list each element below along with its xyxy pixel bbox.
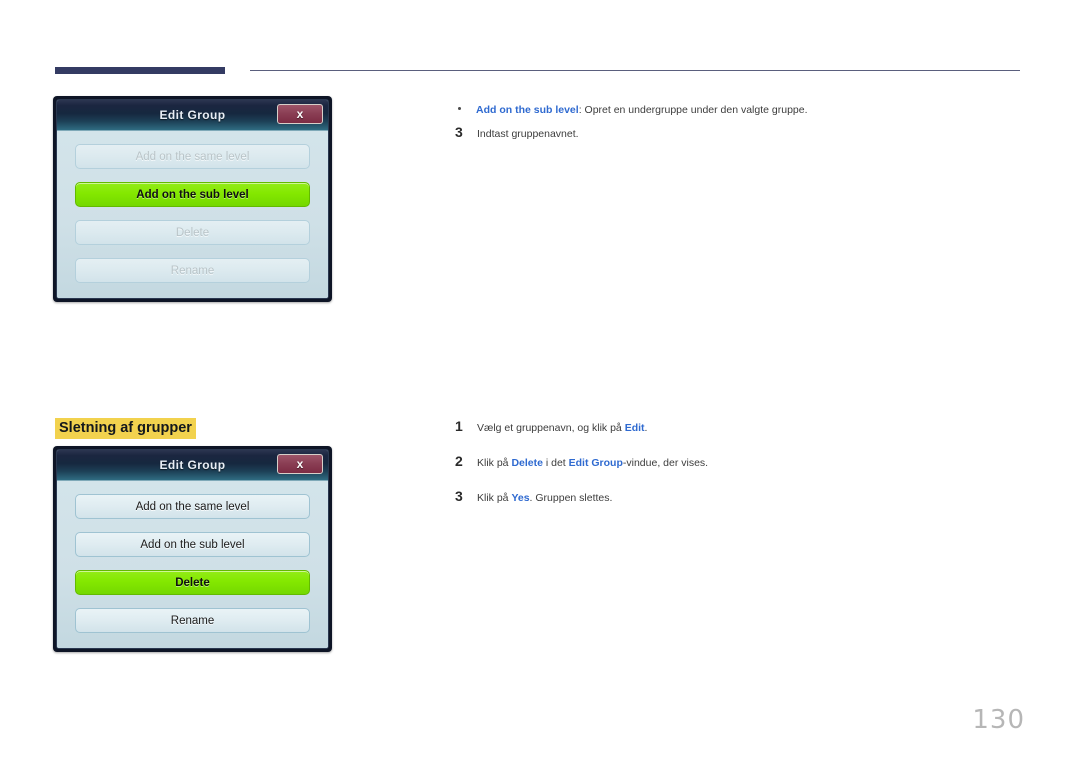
step-text-post: . Gruppen slettes. (529, 492, 613, 504)
bullet-dot-icon (458, 107, 461, 110)
step-number: 3 (455, 488, 463, 504)
header-rule (55, 67, 1020, 75)
section-heading: Sletning af grupper (55, 418, 196, 439)
close-icon[interactable]: x (277, 454, 323, 474)
step-text-pre: Klik på (477, 492, 512, 504)
dialog-titlebar: Edit Group x (57, 450, 328, 481)
edit-group-dialog-add-sub-level: Edit Group x Add on the same level Add o… (53, 96, 332, 302)
step-item-3-top: 3 Indtast gruppenavnet. (455, 124, 579, 141)
step-text-post: . (644, 422, 648, 434)
step-text: Vælg et gruppenavn, og klik på Edit. (477, 421, 647, 435)
header-rule-thin (250, 70, 1020, 71)
bullet-rest: : Opret en undergruppe under den valgte … (578, 104, 808, 116)
dialog-titlebar: Edit Group x (57, 100, 328, 131)
step-text: Klik på Delete i det Edit Group-vindue, … (477, 456, 708, 470)
button-delete[interactable]: Delete (75, 220, 310, 245)
bullet-text: Add on the sub level: Opret en undergrup… (476, 103, 808, 117)
close-icon[interactable]: x (277, 104, 323, 124)
step-text: Klik på Yes. Gruppen slettes. (477, 491, 612, 505)
step-text-pre: Vælg et gruppenavn, og klik på (477, 422, 625, 434)
button-add-on-the-same-level[interactable]: Add on the same level (75, 144, 310, 169)
step-term-edit-group: Edit Group (568, 457, 623, 469)
step-text-post: -vindue, der vises. (622, 457, 709, 469)
bullet-term: Add on the sub level (476, 104, 579, 116)
button-delete[interactable]: Delete (75, 570, 310, 595)
step-text: Indtast gruppenavnet. (477, 128, 579, 140)
step-text-mid: i det (542, 457, 569, 469)
step-term-delete: Delete (511, 457, 543, 469)
bullet-item-add-sub-level: Add on the sub level: Opret en undergrup… (458, 103, 808, 117)
step-item-2: 2 Klik på Delete i det Edit Group-vindue… (455, 453, 708, 470)
button-rename[interactable]: Rename (75, 258, 310, 283)
step-number: 1 (455, 418, 463, 434)
step-text-pre: Klik på (477, 457, 512, 469)
dialog-inner-frame: Edit Group x Add on the same level Add o… (56, 99, 329, 299)
page-number: 130 (972, 705, 1025, 735)
button-add-on-the-sub-level[interactable]: Add on the sub level (75, 532, 310, 557)
header-rule-thick (55, 67, 225, 74)
button-add-on-the-sub-level[interactable]: Add on the sub level (75, 182, 310, 207)
step-item-3: 3 Klik på Yes. Gruppen slettes. (455, 488, 612, 505)
dialog-body: Add on the same level Add on the sub lev… (57, 481, 328, 648)
step-number: 2 (455, 453, 463, 469)
dialog-body: Add on the same level Add on the sub lev… (57, 131, 328, 298)
step-term-edit: Edit (624, 422, 645, 434)
button-rename[interactable]: Rename (75, 608, 310, 633)
button-add-on-the-same-level[interactable]: Add on the same level (75, 494, 310, 519)
dialog-inner-frame: Edit Group x Add on the same level Add o… (56, 449, 329, 649)
step-item-1: 1 Vælg et gruppenavn, og klik på Edit. (455, 418, 647, 435)
step-term-yes: Yes (511, 492, 530, 504)
step-number: 3 (455, 124, 463, 140)
edit-group-dialog-delete: Edit Group x Add on the same level Add o… (53, 446, 332, 652)
